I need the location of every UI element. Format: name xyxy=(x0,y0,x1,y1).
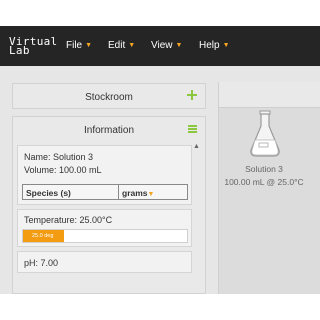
chevron-down-icon: ▼ xyxy=(85,41,93,49)
hamburger-menu-icon[interactable] xyxy=(188,125,197,133)
solution-description-label: 100.00 mL @ 25.0°C xyxy=(224,177,304,187)
temperature-slider-label: 25.0 deg xyxy=(32,233,54,239)
workbench-header xyxy=(219,82,320,108)
menu-file[interactable]: File ▼ xyxy=(66,40,92,51)
menu-edit[interactable]: Edit ▼ xyxy=(108,40,135,51)
information-header[interactable]: Information xyxy=(13,117,205,143)
information-body: Name: Solution 3 Volume: 100.00 mL Speci… xyxy=(17,143,194,293)
ph-card: pH: 7.00 xyxy=(17,251,192,273)
information-panel: Information Name: Solution 3 Volume: 100… xyxy=(12,116,206,294)
species-column-header: Species (s) xyxy=(23,185,119,199)
solution-name-text: Name: Solution 3 xyxy=(24,152,94,162)
solution-details-card: Name: Solution 3 Volume: 100.00 mL Speci… xyxy=(17,145,192,205)
bottom-strip xyxy=(0,294,320,320)
temperature-text: Temperature: 25.00°C xyxy=(24,215,113,225)
chevron-down-icon: ▼ xyxy=(128,41,136,49)
menu-view-label: View xyxy=(151,40,173,51)
workbench: Solution 3 100.00 mL @ 25.0°C xyxy=(218,82,320,294)
app-logo[interactable]: Virtual Lab xyxy=(9,36,57,56)
information-title: Information xyxy=(83,125,135,136)
solution-name-label: Solution 3 xyxy=(245,164,283,174)
units-select-value: grams xyxy=(122,188,148,198)
chevron-down-icon: ▼ xyxy=(147,191,155,198)
stockroom-title: Stockroom xyxy=(85,92,133,103)
species-table-header: Species (s) grams▼ xyxy=(22,184,188,200)
solution-volume-text: Volume: 100.00 mL xyxy=(24,165,102,175)
units-select[interactable]: grams▼ xyxy=(119,185,187,199)
menu-edit-label: Edit xyxy=(108,40,126,51)
plus-icon[interactable] xyxy=(187,90,197,100)
menu-view[interactable]: View ▼ xyxy=(151,40,182,51)
menu-help-label: Help xyxy=(199,40,220,51)
information-scrollbar[interactable]: ▲ xyxy=(192,143,201,293)
chevron-down-icon: ▼ xyxy=(175,41,183,49)
ph-text: pH: 7.00 xyxy=(24,258,59,268)
stockroom-header[interactable]: Stockroom xyxy=(13,84,205,110)
chevron-down-icon: ▼ xyxy=(222,41,230,49)
erlenmeyer-flask-icon[interactable] xyxy=(249,110,281,158)
menu-file-label: File xyxy=(66,40,83,51)
temperature-card: Temperature: 25.00°C 25.0 deg xyxy=(17,209,192,247)
temperature-slider[interactable]: 25.0 deg xyxy=(22,229,188,243)
top-menu-bar: Virtual Lab File ▼ Edit ▼ View ▼ Help ▼ xyxy=(0,26,320,66)
scroll-up-arrow-icon[interactable]: ▲ xyxy=(193,143,200,150)
menu-help[interactable]: Help ▼ xyxy=(199,40,230,51)
stockroom-panel: Stockroom xyxy=(12,83,206,109)
